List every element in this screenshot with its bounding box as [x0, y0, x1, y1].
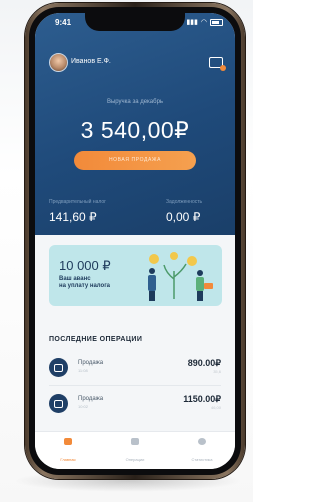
person-head-icon — [197, 270, 203, 276]
operation-label: Продажа — [78, 396, 104, 402]
tax-label: Предварительный налог — [49, 199, 106, 205]
wallet-icon — [64, 438, 72, 445]
wifi-icon: ◠ — [200, 19, 207, 26]
new-sale-button[interactable]: Новая продажа — [74, 151, 196, 170]
tab-statistics[interactable]: Статистика — [169, 438, 235, 466]
promo-banner[interactable]: 10 000 ₽ Ваш аванс на уплату налога — [49, 245, 222, 306]
sale-icon — [49, 358, 68, 377]
operation-time: 11:08 — [78, 368, 88, 373]
coin-icon — [187, 256, 197, 266]
debt-value: 0,00 ₽ — [166, 210, 201, 224]
status-time: 9:41 — [55, 18, 72, 27]
promo-amount: 10 000 ₽ — [59, 258, 111, 273]
user-name[interactable]: Иванов Е.Ф. — [71, 58, 111, 65]
tab-label: Статистика — [191, 457, 213, 462]
promo-text: Ваш аванс на уплату налога — [59, 276, 110, 290]
tax-value: 141,60 ₽ — [49, 210, 97, 224]
person-legs-icon — [197, 291, 203, 301]
status-icons: ▮▮▮ ◠ — [186, 18, 223, 26]
debt-label: Задолженность — [166, 199, 203, 205]
summary-panel: 9:41 ▮▮▮ ◠ Иванов Е.Ф. Выручка за декабр… — [35, 13, 235, 235]
revenue-amount: 3 540,00₽ — [80, 117, 190, 143]
app-screen: 9:41 ▮▮▮ ◠ Иванов Е.Ф. Выручка за декабр… — [35, 13, 235, 469]
coin-icon — [170, 252, 178, 260]
list-item[interactable]: Продажа 10:02 1150.00₽ 46,00 — [49, 392, 221, 416]
battery-icon — [210, 18, 223, 26]
person-body-icon — [196, 277, 204, 291]
card-notification-icon[interactable] — [209, 57, 226, 71]
operation-time: 10:02 — [78, 404, 89, 409]
tab-label: Главная — [60, 457, 76, 462]
operation-amount: 1150.00₽ — [183, 394, 221, 404]
sale-icon — [49, 394, 68, 413]
revenue-label: Выручка за декабрь — [106, 99, 164, 105]
signal-icon: ▮▮▮ — [186, 19, 198, 26]
list-item[interactable]: Продажа 11:08 890.00₽ 35,6 — [49, 356, 221, 380]
coin-icon — [149, 254, 159, 264]
person-head-icon — [149, 268, 155, 274]
phone-notch — [85, 13, 185, 31]
plant-icon — [163, 263, 187, 299]
person-body-icon — [148, 275, 156, 291]
tab-home[interactable]: Главная — [35, 438, 101, 466]
promo-text-line1: Ваш аванс — [59, 276, 91, 282]
promo-illustration — [148, 252, 213, 301]
person-legs-icon — [149, 291, 155, 301]
avatar[interactable] — [49, 53, 68, 72]
promo-text-line2: на уплату налога — [59, 283, 111, 289]
operation-tax: 46,00 — [210, 405, 221, 410]
recent-operations-title: ПОСЛЕДНИЕ ОПЕРАЦИИ — [49, 336, 143, 343]
operation-amount: 890.00₽ — [187, 358, 221, 368]
receipt-icon — [131, 438, 139, 445]
tab-label: Операции — [125, 457, 145, 462]
operation-label: Продажа — [78, 360, 104, 366]
tab-bar: Главная Операции Статистика — [35, 431, 235, 469]
tab-operations[interactable]: Операции — [102, 438, 168, 466]
pie-chart-icon — [198, 438, 206, 445]
watering-can-icon — [204, 283, 213, 289]
divider — [49, 385, 221, 386]
operation-tax: 35,6 — [213, 369, 221, 374]
